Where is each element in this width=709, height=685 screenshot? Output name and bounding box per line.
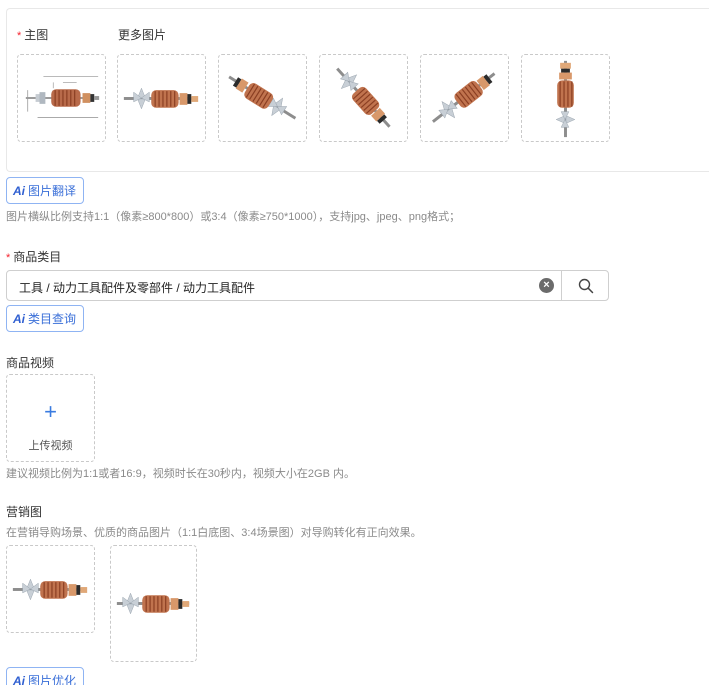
more-image-thumbnail[interactable]	[319, 54, 408, 142]
upload-video-label: 上传视频	[28, 440, 73, 452]
armature-angled-image	[432, 72, 496, 123]
armature-square-image	[12, 578, 88, 601]
more-image-thumbnail[interactable]	[117, 54, 206, 142]
video-upload-button[interactable]: + 上传视频	[6, 374, 95, 462]
search-icon	[578, 278, 594, 293]
marketing-hint: 在营销导购场景、优质的商品图片（1:1白底图、3:4场景图）对导购转化有正向效果…	[6, 527, 422, 539]
clear-icon[interactable]: ×	[539, 278, 554, 293]
ai-translate-label: 图片翻译	[28, 184, 77, 198]
required-mark: *	[6, 252, 11, 264]
armature-vertical-image	[555, 60, 576, 138]
required-mark: *	[17, 30, 22, 42]
video-hint: 建议视频比例为1:1或者16:9，视频时长在30秒内，视频大小在2GB 内。	[6, 468, 356, 480]
armature-diagram-image	[25, 76, 100, 118]
ai-icon: Ai	[13, 311, 25, 326]
marketing-label: 营销图	[6, 505, 43, 519]
armature-side-image	[123, 87, 199, 110]
ai-category-query-button[interactable]: Ai 类目查询	[6, 305, 85, 332]
ai-optimize-label: 图片优化	[28, 674, 77, 685]
ai-category-label: 类目查询	[28, 312, 77, 326]
more-image-thumbnail[interactable]	[420, 54, 509, 142]
marketing-image-portrait[interactable]	[110, 545, 197, 662]
category-input[interactable]: 工具 / 动力工具配件及零部件 / 动力工具配件 ×	[6, 270, 609, 301]
ai-image-translate-button[interactable]: Ai 图片翻译	[6, 177, 85, 204]
video-label: 商品视频	[6, 356, 55, 370]
ai-image-optimize-button[interactable]: Ai 图片优化	[6, 667, 85, 685]
image-format-hint: 图片横纵比例支持1:1（像素≥800*800）或3:4（像素≥750*1000）…	[6, 211, 461, 223]
category-search-button[interactable]	[561, 270, 610, 301]
ai-icon: Ai	[13, 183, 25, 198]
main-image-thumbnail[interactable]	[17, 54, 106, 142]
more-image-thumbnail[interactable]	[521, 54, 610, 142]
armature-tilted-image	[228, 75, 297, 120]
category-value: 工具 / 动力工具配件及零部件 / 动力工具配件	[19, 281, 256, 295]
armature-diagonal-image	[336, 67, 391, 128]
armature-portrait-image	[116, 592, 190, 615]
more-image-thumbnail[interactable]	[218, 54, 307, 142]
category-label: * 商品类目	[6, 250, 62, 264]
main-image-label: * 主图	[17, 28, 49, 42]
marketing-image-square[interactable]	[6, 545, 95, 633]
ai-icon: Ai	[13, 673, 25, 685]
plus-icon: +	[44, 399, 57, 424]
more-images-label: 更多图片	[118, 28, 167, 42]
